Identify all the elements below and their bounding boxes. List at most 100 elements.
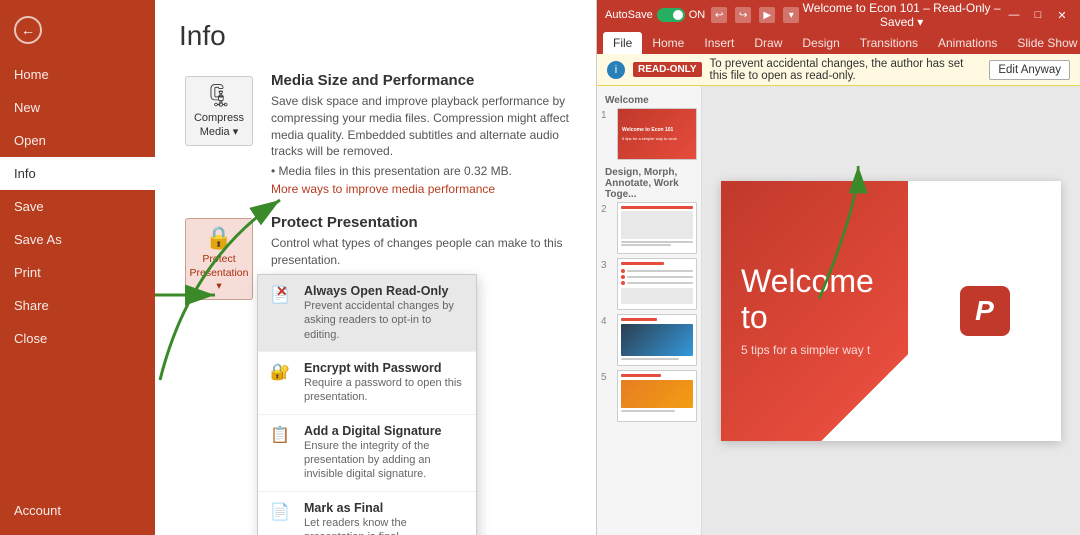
- signature-icon: 📋: [270, 425, 296, 445]
- media-section-text: Media Size and Performance Save disk spa…: [259, 72, 572, 196]
- section-label-design: Design, Morph, Annotate, Work Toge...: [601, 164, 697, 202]
- dropdown-item-encrypt[interactable]: 🔐 Encrypt with Password Require a passwo…: [258, 352, 476, 415]
- present-icon[interactable]: ▶: [759, 7, 775, 23]
- window-title: Welcome to Econ 101 – Read-Only – Saved …: [799, 1, 1004, 29]
- window-controls: — □ ✕: [1004, 5, 1072, 25]
- slide-num-1: 1: [601, 108, 613, 121]
- slide-right-content: P: [908, 181, 1061, 441]
- slide-thumbnail-2[interactable]: 2: [601, 202, 697, 254]
- slide-thumbnails-panel: Welcome 1 Welcome to Econ 101 5 tips for…: [597, 86, 702, 535]
- sidebar-item-info[interactable]: Info: [0, 157, 155, 190]
- sidebar-item-share[interactable]: Share: [0, 289, 155, 322]
- tab-insert[interactable]: Insert: [694, 32, 744, 54]
- sidebar-item-save-as[interactable]: Save As: [0, 223, 155, 256]
- protect-section: 🔒 ProtectPresentation ▾ Protect Presenta…: [179, 214, 572, 300]
- protect-icon: 🔒: [205, 227, 232, 249]
- slide-num-2: 2: [601, 202, 613, 215]
- tab-draw[interactable]: Draw: [744, 32, 792, 54]
- tab-transitions[interactable]: Transitions: [850, 32, 928, 54]
- redo-icon[interactable]: ↪: [735, 7, 751, 23]
- maximize-button[interactable]: □: [1028, 5, 1048, 25]
- slide-num-3: 3: [601, 258, 613, 271]
- signature-item-text: Add a Digital Signature Ensure the integ…: [304, 424, 464, 482]
- protect-dropdown-menu: 📄 ✕ Always Open Read-Only Prevent accide…: [257, 274, 477, 535]
- encrypt-item-desc: Require a password to open this presenta…: [304, 376, 464, 405]
- encrypt-item-text: Encrypt with Password Require a password…: [304, 361, 464, 405]
- media-performance-link[interactable]: More ways to improve media performance: [271, 182, 572, 196]
- slide-thumbnail-5[interactable]: 5: [601, 370, 697, 422]
- readonly-item-title: Always Open Read-Only: [304, 284, 464, 298]
- title-bar-left: AutoSave ON ↩ ↪ ▶ ▾: [605, 7, 799, 23]
- protect-section-title: Protect Presentation: [271, 214, 572, 231]
- encrypt-icon: 🔐: [270, 362, 296, 382]
- protect-presentation-button[interactable]: 🔒 ProtectPresentation ▾: [185, 218, 253, 300]
- sidebar-item-close[interactable]: Close: [0, 322, 155, 355]
- tab-slideshow[interactable]: Slide Show: [1007, 32, 1080, 54]
- sidebar-item-account[interactable]: Account: [0, 494, 155, 527]
- more-icon[interactable]: ▾: [783, 7, 799, 23]
- dropdown-item-readonly[interactable]: 📄 ✕ Always Open Read-Only Prevent accide…: [258, 275, 476, 352]
- encrypt-item-title: Encrypt with Password: [304, 361, 464, 375]
- main-content-area: Info 🗜 CompressMedia ▾ Media Size and Pe…: [155, 0, 596, 535]
- sidebar: ← Home New Open Info Save Save As Print …: [0, 0, 155, 535]
- tab-file[interactable]: File: [603, 32, 642, 54]
- section-label-welcome: Welcome: [601, 92, 697, 108]
- slide-area: Welcome 1 Welcome to Econ 101 5 tips for…: [597, 86, 1080, 535]
- toggle-state-label: ON: [689, 9, 706, 21]
- protect-section-desc: Control what types of changes people can…: [271, 235, 572, 269]
- info-icon: i: [607, 61, 625, 79]
- sidebar-item-home[interactable]: Home: [0, 58, 155, 91]
- cross-overlay: ✕: [276, 283, 288, 300]
- sidebar-item-save[interactable]: Save: [0, 190, 155, 223]
- sidebar-item-print[interactable]: Print: [0, 256, 155, 289]
- ribbon-tabs: File Home Insert Draw Design Transitions…: [597, 30, 1080, 54]
- compress-media-icon-area: 🗜 CompressMedia ▾: [179, 72, 259, 196]
- title-bar: AutoSave ON ↩ ↪ ▶ ▾ Welcome to Econ 101 …: [597, 0, 1080, 30]
- media-section-title: Media Size and Performance: [271, 72, 572, 89]
- back-button[interactable]: ←: [0, 8, 155, 52]
- slide-num-4: 4: [601, 314, 613, 327]
- slide-thumb-img-5: [617, 370, 697, 422]
- tab-design[interactable]: Design: [792, 32, 849, 54]
- left-panel: ← Home New Open Info Save Save As Print …: [0, 0, 596, 535]
- undo-icon[interactable]: ↩: [711, 7, 727, 23]
- slide-thumbnail-3[interactable]: 3: [601, 258, 697, 310]
- slide-num-5: 5: [601, 370, 613, 383]
- slide-left-content: Welcome to 5 tips for a simpler way t: [721, 181, 908, 441]
- slide-thumbnail-4[interactable]: 4: [601, 314, 697, 366]
- compress-media-button[interactable]: 🗜 CompressMedia ▾: [185, 76, 253, 146]
- minimize-button[interactable]: —: [1004, 5, 1024, 25]
- tab-animations[interactable]: Animations: [928, 32, 1007, 54]
- page-title: Info: [179, 20, 572, 52]
- dropdown-item-signature[interactable]: 📋 Add a Digital Signature Ensure the int…: [258, 415, 476, 492]
- sidebar-item-open[interactable]: Open: [0, 124, 155, 157]
- close-button[interactable]: ✕: [1052, 5, 1072, 25]
- dropdown-item-mark-final[interactable]: 📄 Mark as Final Let readers know the pre…: [258, 492, 476, 535]
- slide-subtitle: 5 tips for a simpler way t: [741, 343, 888, 357]
- readonly-icon: 📄 ✕: [270, 285, 296, 305]
- media-section: 🗜 CompressMedia ▾ Media Size and Perform…: [179, 72, 572, 196]
- slide-main-view: Welcome to 5 tips for a simpler way t P: [702, 86, 1080, 535]
- mark-final-item-desc: Let readers know the presentation is fin…: [304, 516, 464, 535]
- edit-anyway-button[interactable]: Edit Anyway: [989, 60, 1070, 80]
- mark-final-icon: 📄: [270, 502, 296, 522]
- readonly-item-desc: Prevent accidental changes by asking rea…: [304, 299, 464, 342]
- readonly-bar: i READ-ONLY To prevent accidental change…: [597, 54, 1080, 86]
- signature-item-desc: Ensure the integrity of the presentation…: [304, 439, 464, 482]
- tab-home[interactable]: Home: [642, 32, 694, 54]
- mark-final-item-text: Mark as Final Let readers know the prese…: [304, 501, 464, 535]
- slide-thumbnail-1[interactable]: 1 Welcome to Econ 101 5 tips for a simpl…: [601, 108, 697, 160]
- protect-icon-area: 🔒 ProtectPresentation ▾: [179, 214, 259, 300]
- autosave-toggle[interactable]: [657, 8, 685, 22]
- media-section-desc: Save disk space and improve playback per…: [271, 93, 572, 160]
- main-slide: Welcome to 5 tips for a simpler way t P: [721, 181, 1061, 441]
- signature-item-title: Add a Digital Signature: [304, 424, 464, 438]
- sidebar-item-new[interactable]: New: [0, 91, 155, 124]
- autosave-label: AutoSave: [605, 9, 653, 21]
- powerpoint-logo: P: [960, 286, 1010, 336]
- slide-thumb-img-3: [617, 258, 697, 310]
- slide-welcome-text: Welcome to: [741, 264, 888, 334]
- readonly-badge: READ-ONLY: [633, 62, 702, 77]
- readonly-item-text: Always Open Read-Only Prevent accidental…: [304, 284, 464, 342]
- readonly-text: To prevent accidental changes, the autho…: [710, 58, 982, 82]
